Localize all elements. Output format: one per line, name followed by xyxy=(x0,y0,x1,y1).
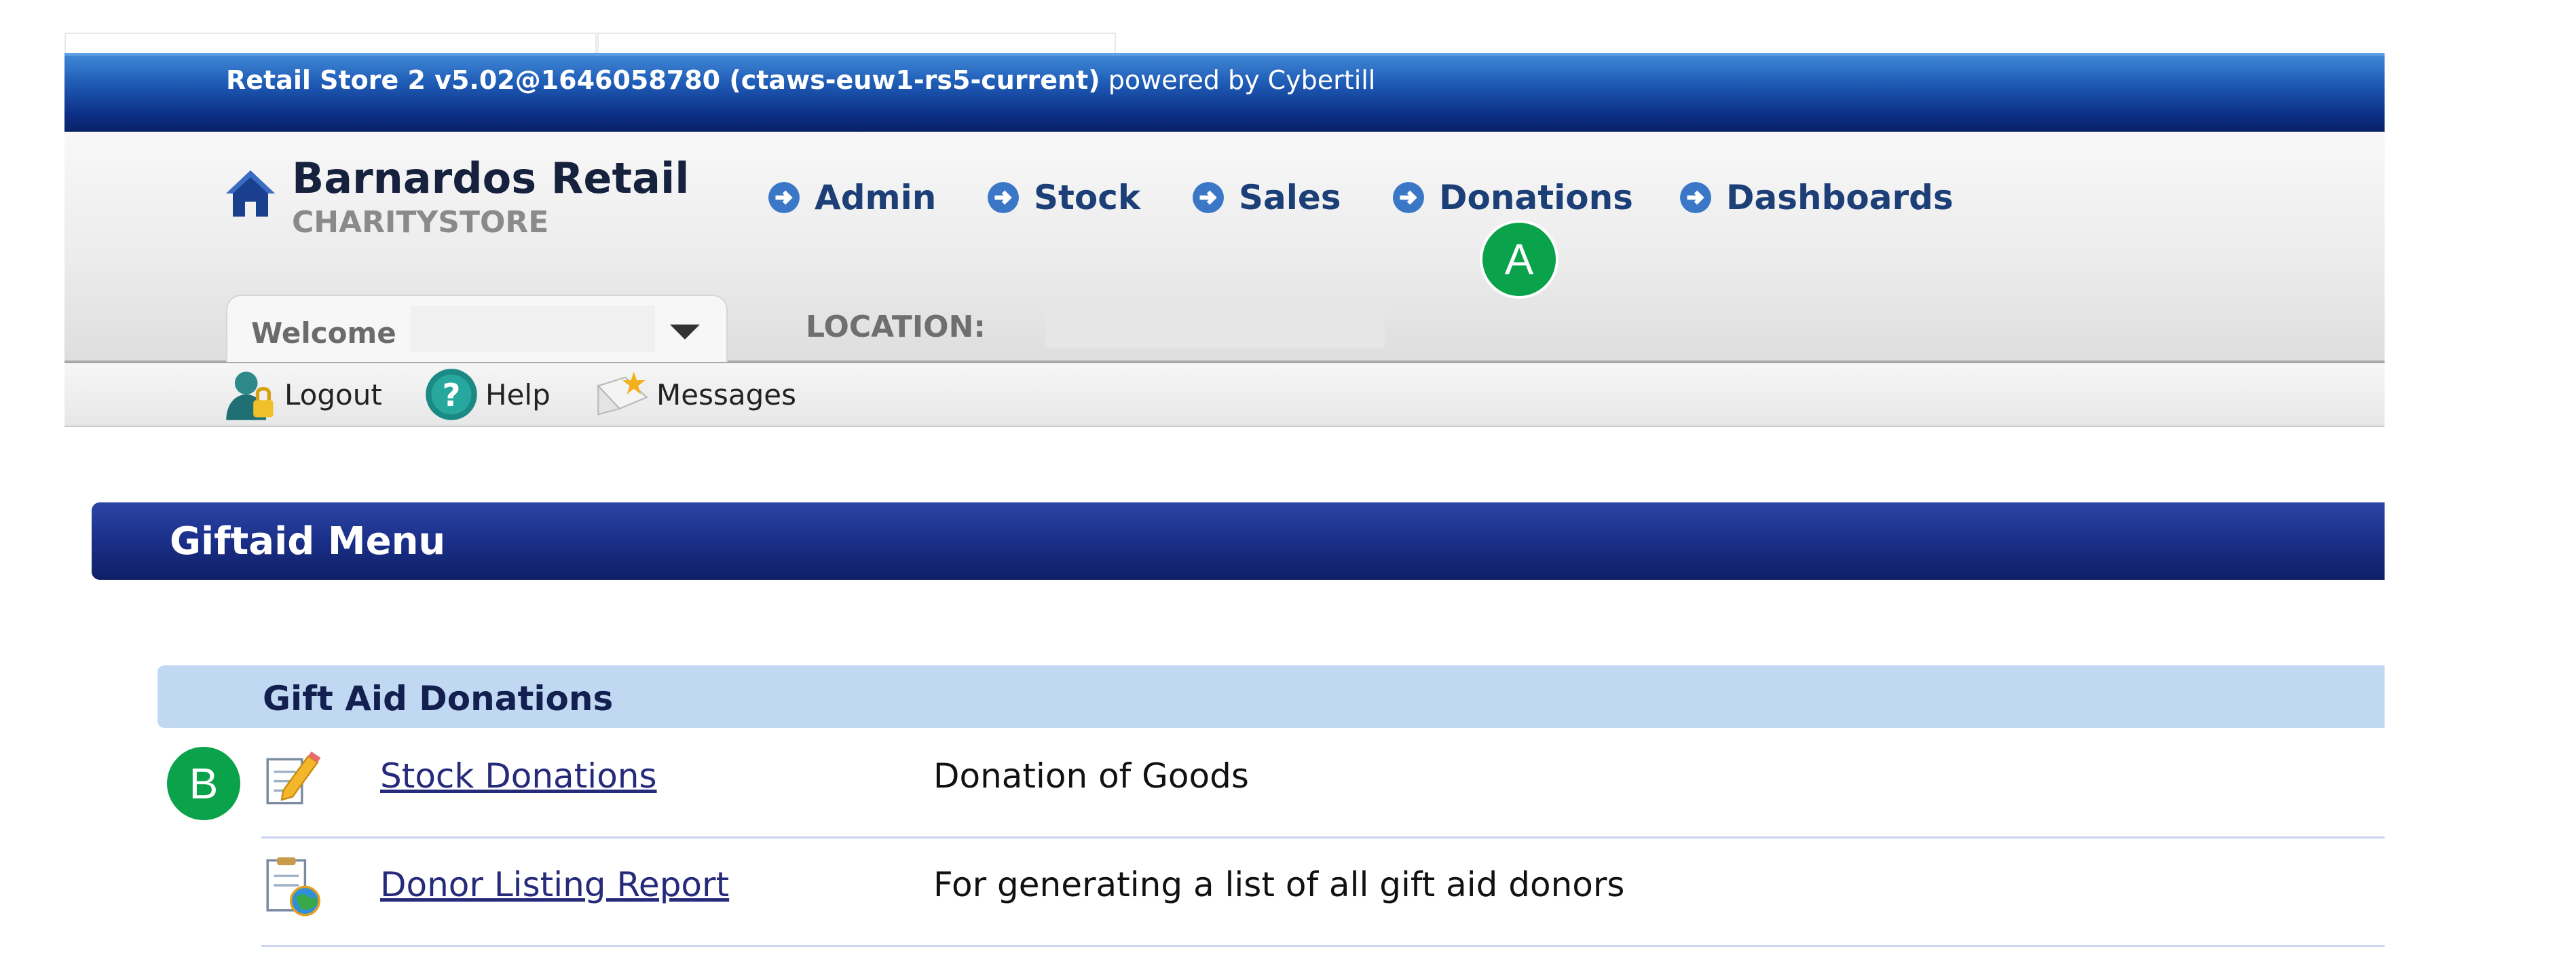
giftaid-menu-bar: Giftaid Menu xyxy=(92,502,2385,580)
page-title: Giftaid Menu xyxy=(170,519,446,564)
location-label: LOCATION: xyxy=(806,310,986,344)
nav-dashboards[interactable]: Dashboards xyxy=(1679,174,1954,221)
nav-admin[interactable]: Admin xyxy=(767,174,936,221)
messages-button[interactable]: Messages xyxy=(594,367,796,422)
messages-label: Messages xyxy=(656,377,796,411)
arrow-circle-icon xyxy=(1393,182,1424,213)
version-text: Retail Store 2 v5.02@1646058780 (ctaws-e… xyxy=(226,65,1375,95)
location-field[interactable] xyxy=(1045,297,1385,348)
top-version-bar: Retail Store 2 v5.02@1646058780 (ctaws-e… xyxy=(64,53,2385,134)
arrow-circle-icon xyxy=(1193,182,1224,213)
nav-stock[interactable]: Stock xyxy=(986,174,1140,221)
report-globe-icon xyxy=(266,857,320,917)
arrow-circle-icon xyxy=(1680,182,1711,213)
donor-listing-report-link[interactable]: Donor Listing Report xyxy=(380,865,729,904)
welcome-select[interactable] xyxy=(411,306,655,352)
help-icon: ? xyxy=(426,369,477,420)
logout-button[interactable]: Logout xyxy=(222,367,382,422)
powered-by: powered by Cybertill xyxy=(1108,65,1376,95)
chevron-down-icon[interactable] xyxy=(670,325,700,339)
version-label: Retail Store 2 v5.02@1646058780 (ctaws-e… xyxy=(226,65,1100,95)
list-item: Donor Listing Report For generating a li… xyxy=(261,836,2385,947)
browser-tab-edge xyxy=(597,33,1116,54)
logout-label: Logout xyxy=(284,377,382,411)
annotation-b: B xyxy=(164,744,243,823)
donor-listing-report-description: For generating a list of all gift aid do… xyxy=(933,865,1625,904)
user-toolbar: Logout ? Help Messages xyxy=(64,363,2385,427)
nav-sales-label: Sales xyxy=(1239,178,1341,217)
stock-donations-description: Donation of Goods xyxy=(933,756,1249,796)
browser-tab-edge xyxy=(64,33,597,54)
help-label: Help xyxy=(485,377,550,411)
welcome-label: Welcome xyxy=(251,316,396,350)
nav-donations[interactable]: Donations xyxy=(1392,174,1633,221)
brand-subtitle: CHARITYSTORE xyxy=(292,205,549,240)
arrow-circle-icon xyxy=(768,182,800,213)
section-title: Gift Aid Donations xyxy=(263,679,614,718)
home-icon[interactable] xyxy=(223,166,278,221)
logout-user-icon xyxy=(226,371,274,420)
list-item: Stock Donations Donation of Goods xyxy=(261,728,2385,838)
annotation-a: A xyxy=(1480,220,1558,299)
brand-title: Barnardos Retail xyxy=(292,153,690,203)
help-button[interactable]: ? Help xyxy=(423,367,550,422)
nav-sales[interactable]: Sales xyxy=(1191,174,1341,221)
welcome-tab: Welcome xyxy=(226,295,728,362)
envelope-icon xyxy=(597,371,648,416)
nav-donations-label: Donations xyxy=(1439,178,1633,217)
nav-admin-label: Admin xyxy=(815,178,937,217)
section-header: Gift Aid Donations xyxy=(157,665,2385,728)
nav-stock-label: Stock xyxy=(1034,178,1141,217)
app-header: Barnardos Retail CHARITYSTORE Admin Stoc… xyxy=(64,132,2385,363)
svg-text:?: ? xyxy=(443,377,461,413)
notepad-pencil-icon xyxy=(266,751,321,805)
stock-donations-link[interactable]: Stock Donations xyxy=(380,756,657,796)
nav-dashboards-label: Dashboards xyxy=(1726,178,1954,217)
arrow-circle-icon xyxy=(988,182,1019,213)
